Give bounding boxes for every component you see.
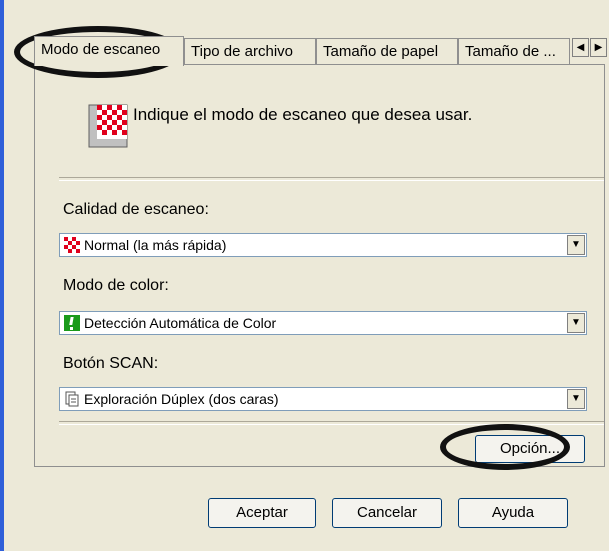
color-mode-select[interactable]: Detección Automática de Color ▼ [59,311,587,335]
color-mode-label: Modo de color: [63,277,169,294]
tab-panel: Indique el modo de escaneo que desea usa… [34,64,605,467]
chevron-down-icon[interactable]: ▼ [567,313,585,333]
quality-select[interactable]: Normal (la más rápida) ▼ [59,233,587,257]
quality-value: Normal (la más rápida) [84,237,227,253]
duplex-document-icon [65,391,79,407]
chevron-down-icon[interactable]: ▼ [567,235,585,255]
help-button[interactable]: Ayuda [458,498,568,528]
tab-label: Tipo de archivo [191,43,293,60]
separator [59,421,604,425]
tab-label: Tamaño de ... [465,43,556,60]
scan-button-label: Botón SCAN: [63,355,159,372]
tab-scroll-right-icon[interactable]: ▶ [590,38,607,57]
scan-button-select[interactable]: Exploración Dúplex (dos caras) ▼ [59,387,587,411]
dialog-window: Modo de escaneo Tipo de archivo Tamaño d… [4,0,609,551]
separator [59,177,604,181]
quality-label: Calidad de escaneo: [63,201,209,218]
tab-tamano-de-papel[interactable]: Tamaño de papel [316,38,458,64]
scan-button-value: Exploración Dúplex (dos caras) [84,391,279,407]
chevron-down-icon[interactable]: ▼ [567,389,585,409]
tab-strip: Modo de escaneo Tipo de archivo Tamaño d… [34,36,609,66]
option-button[interactable]: Opción... [475,435,585,463]
exclamation-icon [64,315,80,331]
checkerboard-icon [64,237,80,253]
cancel-button[interactable]: Cancelar [332,498,442,528]
accept-button[interactable]: Aceptar [208,498,316,528]
checkerboard-icon [88,104,128,148]
tab-tamano-de[interactable]: Tamaño de ... [458,38,570,64]
tab-label: Tamaño de papel [323,43,439,60]
tab-tipo-de-archivo[interactable]: Tipo de archivo [184,38,316,64]
tab-modo-de-escaneo[interactable]: Modo de escaneo [34,36,184,66]
tab-scroll-left-icon[interactable]: ◀ [572,38,589,57]
tab-label: Modo de escaneo [41,41,161,58]
header-instruction: Indique el modo de escaneo que desea usa… [133,105,473,124]
color-mode-value: Detección Automática de Color [84,315,277,331]
